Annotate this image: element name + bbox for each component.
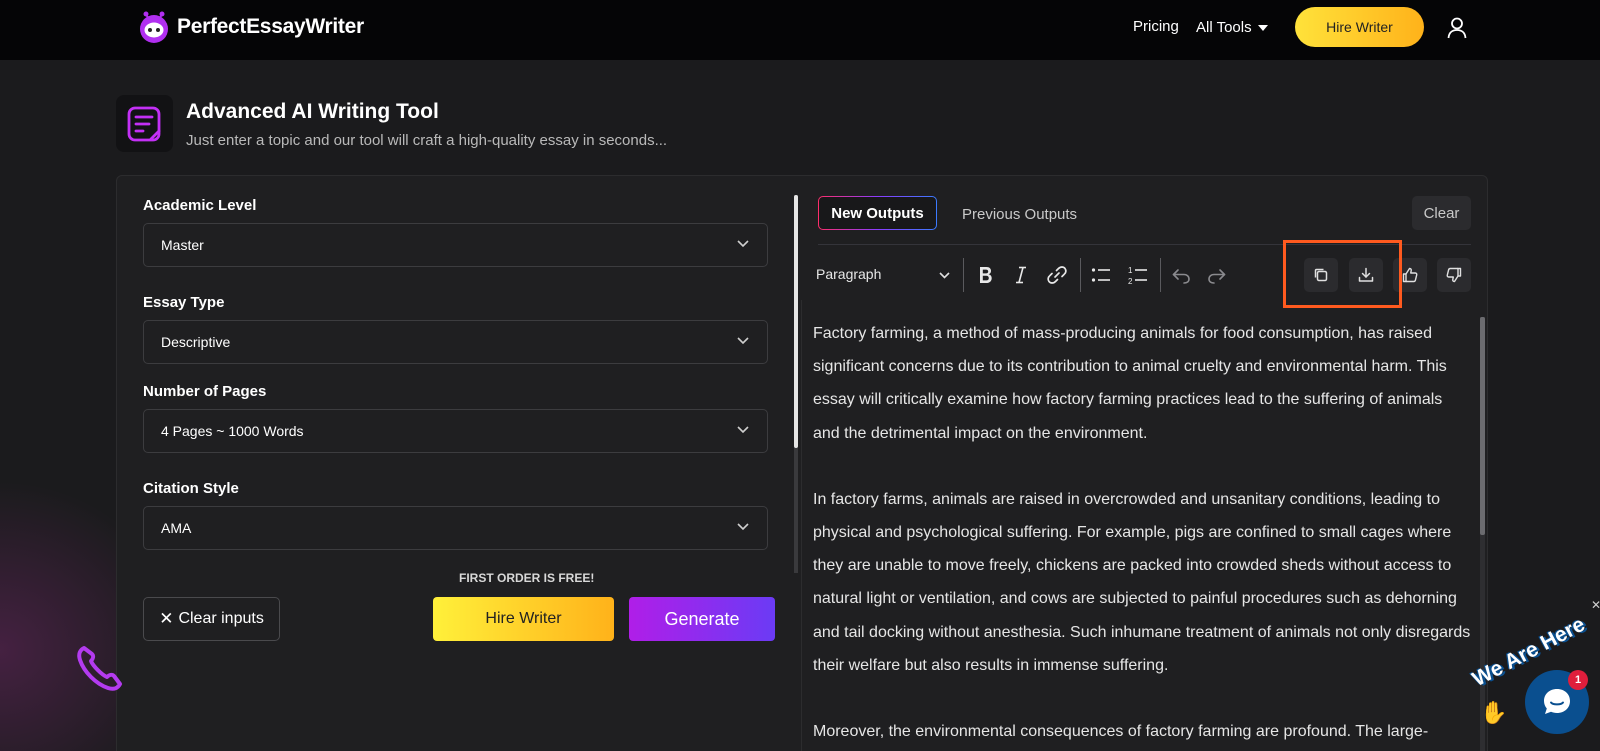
bold-icon[interactable]	[974, 264, 996, 286]
document-edit-icon	[127, 106, 160, 141]
generate-button[interactable]: Generate	[629, 597, 775, 641]
tab-new-outputs[interactable]: New Outputs	[818, 196, 937, 230]
academic-level-select[interactable]: Master	[143, 223, 768, 267]
caret-down-icon	[1257, 24, 1268, 31]
chevron-down-icon	[737, 523, 749, 531]
number-of-pages-label: Number of Pages	[143, 383, 267, 400]
page-subtitle: Just enter a topic and our tool will cra…	[186, 132, 668, 149]
nav-all-tools-label: All Tools	[1196, 19, 1252, 36]
output-paragraph: Factory farming, a method of mass-produc…	[813, 325, 1447, 442]
clear-inputs-button[interactable]: ✕ Clear inputs	[143, 597, 280, 641]
form-scrollbar-thumb[interactable]	[794, 195, 798, 448]
toolbar-separator	[1080, 258, 1081, 292]
chevron-down-icon	[737, 426, 749, 434]
bulleted-list-icon[interactable]	[1090, 264, 1112, 286]
page-title: Advanced AI Writing Tool	[186, 100, 439, 123]
nav-all-tools-dropdown[interactable]: All Tools	[1196, 19, 1268, 36]
svg-text:2: 2	[1128, 277, 1133, 286]
hire-writer-button[interactable]: Hire Writer	[433, 597, 614, 641]
clear-output-button[interactable]: Clear	[1412, 196, 1471, 230]
robot-logo-icon	[140, 11, 168, 43]
output-divider	[801, 300, 802, 751]
clear-inputs-label: Clear inputs	[178, 610, 264, 627]
essay-type-value: Descriptive	[161, 334, 231, 350]
writing-tool-icon-box	[116, 95, 173, 152]
first-order-note: FIRST ORDER IS FREE!	[459, 571, 595, 585]
copy-download-highlight	[1283, 240, 1402, 308]
italic-icon[interactable]	[1010, 264, 1032, 286]
essay-type-select[interactable]: Descriptive	[143, 320, 768, 364]
thumbs-down-icon	[1446, 267, 1462, 283]
close-icon: ✕	[159, 609, 174, 628]
block-format-select[interactable]: Paragraph	[816, 266, 881, 282]
thumbs-up-icon	[1402, 267, 1418, 283]
citation-style-value: AMA	[161, 520, 192, 536]
brand-logo[interactable]: PerfectEssayWriter	[137, 10, 364, 44]
essay-settings-form: Academic Level Master Essay Type Descrip…	[143, 190, 768, 575]
svg-text:1: 1	[1128, 266, 1133, 275]
toolbar-separator	[1160, 258, 1161, 292]
nav-pricing-link[interactable]: Pricing	[1133, 18, 1179, 35]
chevron-down-icon	[737, 240, 749, 248]
citation-style-select[interactable]: AMA	[143, 506, 768, 550]
waving-hand-icon: ✋	[1480, 700, 1508, 725]
toolbar-separator	[963, 258, 964, 292]
number-of-pages-select[interactable]: 4 Pages ~ 1000 Words	[143, 409, 768, 453]
academic-level-label: Academic Level	[143, 197, 257, 214]
brand-name: PerfectEssayWriter	[177, 15, 364, 38]
numbered-list-icon[interactable]: 1 2	[1127, 264, 1149, 286]
tab-previous-outputs[interactable]: Previous Outputs	[962, 206, 1077, 223]
citation-style-label: Citation Style	[143, 480, 239, 497]
redo-icon[interactable]	[1206, 264, 1228, 286]
close-icon[interactable]: ✕	[1591, 598, 1600, 612]
chevron-down-icon[interactable]	[939, 272, 950, 279]
undo-icon[interactable]	[1170, 264, 1192, 286]
chat-icon	[1544, 689, 1570, 714]
phone-icon[interactable]	[74, 642, 126, 694]
thumbs-down-button[interactable]	[1437, 258, 1471, 292]
essay-type-label: Essay Type	[143, 294, 225, 311]
user-account-icon[interactable]	[1447, 17, 1467, 39]
chevron-down-icon	[737, 337, 749, 345]
link-icon[interactable]	[1046, 264, 1068, 286]
top-nav: PerfectEssayWriter Pricing All Tools Hir…	[0, 0, 1600, 60]
output-paragraph: Moreover, the environmental consequences…	[813, 723, 1429, 741]
nav-hire-writer-button[interactable]: Hire Writer	[1295, 7, 1424, 47]
output-scrollbar-thumb[interactable]	[1480, 317, 1485, 535]
essay-output[interactable]: Factory farming, a method of mass-produc…	[813, 317, 1473, 751]
academic-level-value: Master	[161, 237, 204, 253]
number-of-pages-value: 4 Pages ~ 1000 Words	[161, 423, 304, 439]
chat-unread-badge: 1	[1568, 670, 1588, 690]
output-paragraph: In factory farms, animals are raised in …	[813, 490, 1471, 674]
